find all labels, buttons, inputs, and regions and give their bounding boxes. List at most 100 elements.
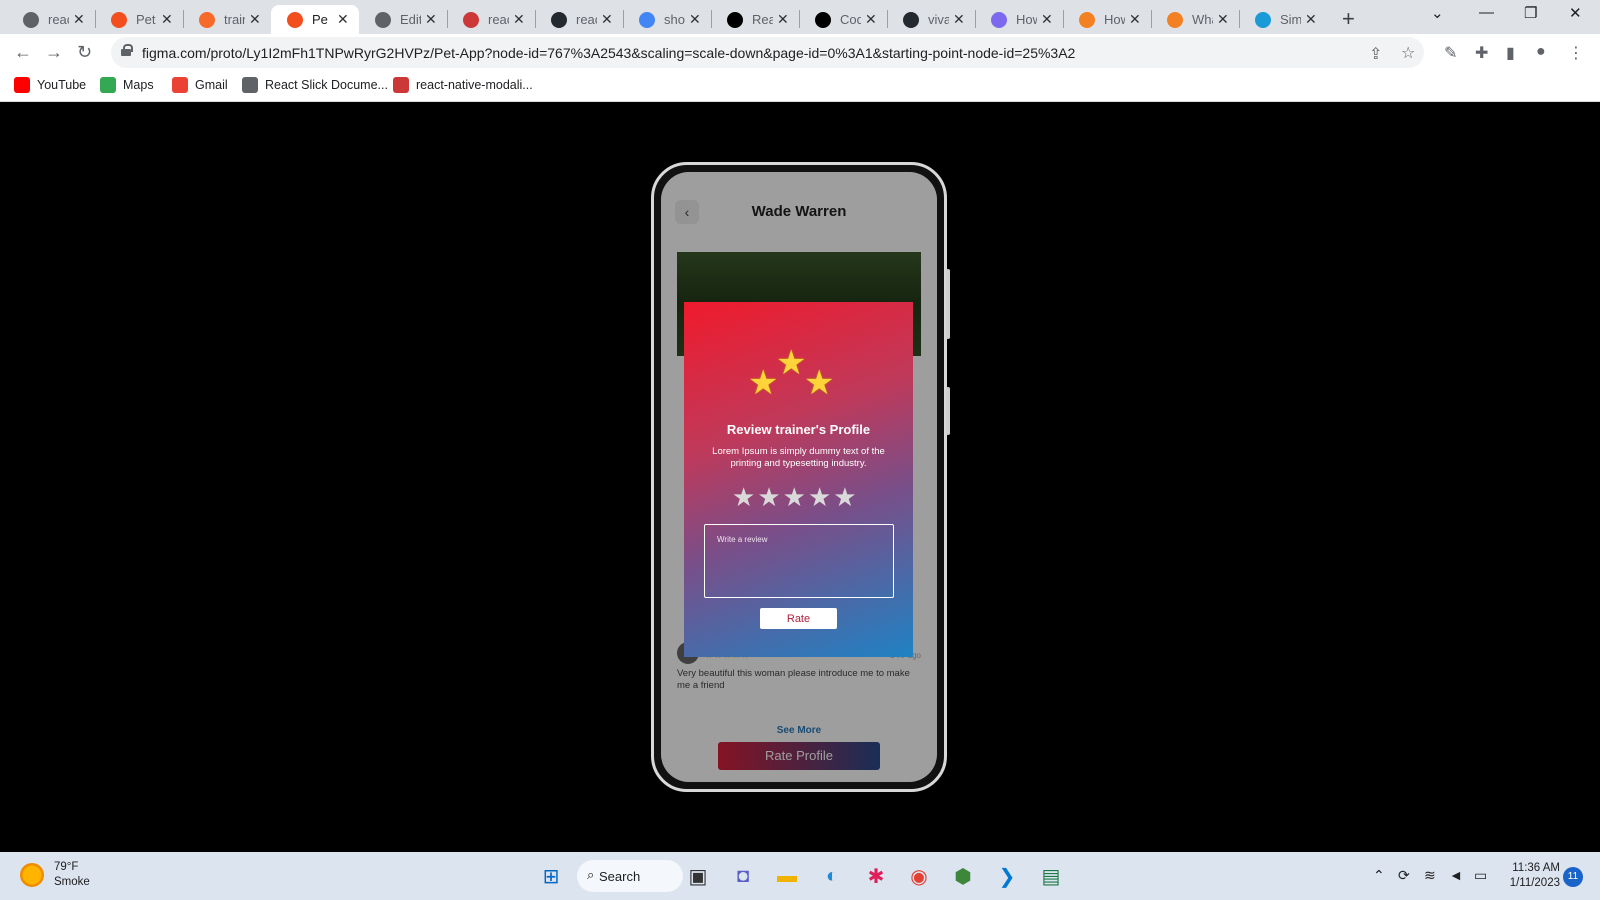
bookmark-item[interactable]: React Slick Docume... (242, 77, 388, 93)
tab-separator (95, 10, 96, 28)
browser-tab[interactable]: train ✕ (183, 5, 271, 34)
close-tab-icon[interactable]: ✕ (337, 11, 351, 28)
share-icon[interactable]: ⇪ (1369, 44, 1382, 64)
rating-star-icon[interactable]: ★ (833, 484, 856, 510)
bookmark-item[interactable]: Maps (100, 77, 154, 93)
browser-tab[interactable]: Reac ✕ (711, 5, 799, 34)
extensions-puzzle-icon[interactable]: ✚ (1475, 43, 1488, 63)
back-arrow-icon[interactable]: ← (14, 42, 32, 63)
rating-star-icon[interactable]: ★ (808, 484, 831, 510)
bookmark-item[interactable]: Gmail (172, 77, 228, 93)
bookmark-item[interactable]: react-native-modali... (393, 77, 533, 93)
battery-icon[interactable]: ▭ (1474, 867, 1487, 884)
wifi-icon[interactable]: ≋ (1424, 867, 1436, 884)
menu-kebab-icon[interactable]: ⋮ (1568, 43, 1584, 63)
browser-tab[interactable]: react ✕ (7, 5, 95, 34)
browser-tab[interactable]: reac ✕ (447, 5, 535, 34)
tab-strip: react ✕ Pet A ✕ train ✕ Pe ✕ Edit ✕ reac ✕ reac ✕ sho ✕… (0, 0, 1600, 34)
tray-chevron-icon[interactable]: ⌃ (1373, 867, 1385, 884)
tab-separator (183, 10, 184, 28)
weather-widget[interactable]: 79°F Smoke (20, 860, 90, 890)
rating-star-icon[interactable]: ★ (783, 484, 806, 510)
browser-tab[interactable]: Wha ✕ (1151, 5, 1239, 34)
forward-arrow-icon[interactable]: → (45, 42, 63, 63)
address-bar[interactable]: figma.com/proto/Ly1I2mFh1TNPwRyrG2HVPz/P… (111, 37, 1424, 68)
close-tab-icon[interactable]: ✕ (689, 11, 703, 28)
reload-icon[interactable]: ↻ (77, 42, 92, 63)
tab-title: Edit (400, 12, 421, 27)
tab-title: Reac (752, 12, 773, 27)
close-tab-icon[interactable]: ✕ (601, 11, 615, 28)
taskbar-search[interactable]: ⌕ Search (577, 860, 683, 892)
app-icon[interactable]: ▤ (1036, 861, 1066, 891)
minimize-icon[interactable]: — (1479, 4, 1494, 21)
task-view-icon[interactable]: ▣ (683, 861, 713, 891)
close-tab-icon[interactable]: ✕ (425, 11, 439, 28)
side-panel-icon[interactable]: ▮ (1506, 43, 1515, 63)
browser-tab[interactable]: Edit ✕ (359, 5, 447, 34)
rating-star-icon[interactable]: ★ (732, 484, 755, 510)
windows-taskbar: 79°F Smoke ⊞ ⌕ Search ▣ ◘ ▬ ◐ ✱ ◉ ⬢ ❯ ▤ … (0, 852, 1600, 900)
close-tab-icon[interactable]: ✕ (73, 11, 87, 28)
windows-start-icon[interactable]: ⊞ (536, 861, 566, 891)
review-input[interactable] (704, 524, 894, 598)
npm-icon (393, 77, 409, 93)
new-tab-button[interactable]: + (1342, 6, 1355, 32)
browser-tab[interactable]: reac ✕ (535, 5, 623, 34)
bookmarks-bar: YouTube Maps Gmail React Slick Docume... rea… (0, 71, 1600, 102)
close-tab-icon[interactable]: ✕ (1041, 11, 1055, 28)
speaker-muted-icon[interactable]: ◄ (1449, 867, 1463, 883)
close-tab-icon[interactable]: ✕ (1129, 11, 1143, 28)
browser-tab[interactable]: viva ✕ (887, 5, 975, 34)
vscode-icon[interactable]: ❯ (992, 861, 1022, 891)
browser-tab[interactable]: sho ✕ (623, 5, 711, 34)
browser-tab[interactable]: Pe ✕ (271, 5, 359, 34)
file-explorer-icon[interactable]: ▬ (772, 861, 802, 891)
chrome-icon[interactable]: ◉ (904, 861, 934, 891)
link-icon (991, 11, 1007, 28)
bookmark-label: Gmail (195, 78, 228, 92)
close-tab-icon[interactable]: ✕ (953, 11, 967, 28)
browser-tab[interactable]: Simp ✕ (1239, 5, 1327, 34)
teams-chat-icon[interactable]: ◘ (728, 861, 758, 891)
tab-title: sho (664, 12, 685, 27)
browser-tab[interactable]: How ✕ (975, 5, 1063, 34)
weather-temp: 79°F (54, 861, 79, 873)
slack-icon[interactable]: ✱ (861, 861, 891, 891)
profile-avatar-icon[interactable]: ● (1536, 43, 1546, 61)
browser-tab[interactable]: Code ✕ (799, 5, 887, 34)
edge-icon[interactable]: ◐ (817, 861, 847, 891)
github-icon (903, 11, 919, 28)
system-clock[interactable]: 11:36 AM 1/11/2023 (1502, 861, 1560, 891)
nodejs-icon[interactable]: ⬢ (948, 861, 978, 891)
close-window-icon[interactable]: ✕ (1569, 4, 1582, 22)
browser-tab[interactable]: How ✕ (1063, 5, 1151, 34)
browser-tab[interactable]: Pet A ✕ (95, 5, 183, 34)
close-tab-icon[interactable]: ✕ (865, 11, 879, 28)
close-tab-icon[interactable]: ✕ (1217, 11, 1231, 28)
rate-button[interactable]: Rate (760, 608, 837, 629)
tab-search-icon[interactable]: ⌄ (1431, 4, 1444, 22)
bookmark-item[interactable]: YouTube (14, 77, 86, 93)
github-icon (551, 11, 567, 28)
close-tab-icon[interactable]: ✕ (249, 11, 263, 28)
extension-pen-icon[interactable]: ✎ (1444, 43, 1457, 63)
rating-star-icon[interactable]: ★ (757, 484, 780, 510)
tab-separator (1151, 10, 1152, 28)
tab-title: train (224, 12, 245, 27)
notification-badge[interactable]: 11 (1563, 867, 1583, 887)
restore-icon[interactable]: ❐ (1524, 4, 1537, 22)
weather-sun-icon (20, 863, 44, 887)
close-tab-icon[interactable]: ✕ (777, 11, 791, 28)
search-icon: ⌕ (587, 867, 595, 882)
tab-title: Code (840, 12, 861, 27)
maps-icon (100, 77, 116, 93)
figma-icon (287, 11, 303, 28)
tab-separator (711, 10, 712, 28)
bookmark-star-icon[interactable]: ☆ (1401, 43, 1415, 63)
sync-icon[interactable]: ⟳ (1398, 867, 1410, 884)
star-icon: ★ (804, 364, 835, 402)
close-tab-icon[interactable]: ✕ (513, 11, 527, 28)
close-tab-icon[interactable]: ✕ (161, 11, 175, 28)
close-tab-icon[interactable]: ✕ (1305, 11, 1319, 28)
